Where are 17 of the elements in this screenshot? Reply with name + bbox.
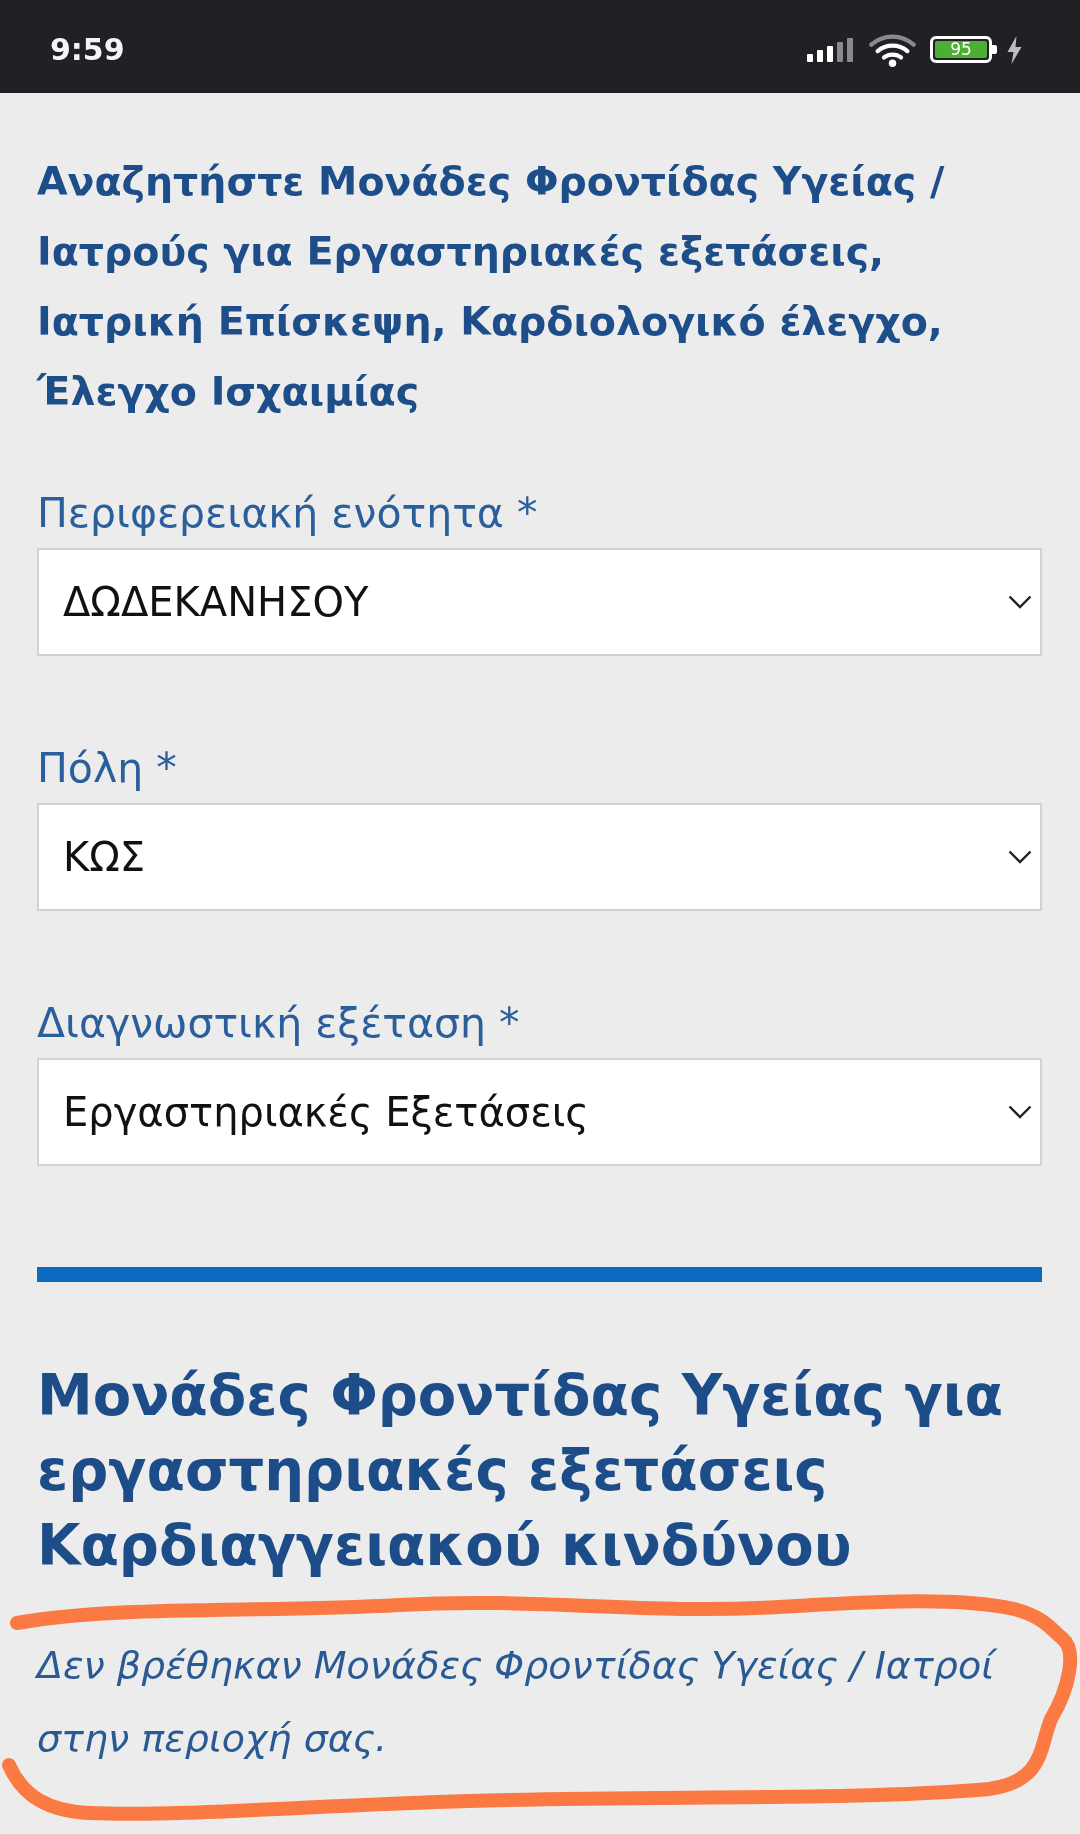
battery-indicator: 95 xyxy=(930,36,997,63)
dropdown-field[interactable]: Εργαστηριακές Εξετάσεις xyxy=(37,1058,1042,1166)
lightning-bolt-icon xyxy=(1006,35,1023,64)
dropdown-field[interactable]: ΚΩΣ xyxy=(37,803,1042,911)
chevron-down-icon xyxy=(1008,1105,1032,1119)
field-label: Περιφερειακή ενότητα * xyxy=(37,488,538,538)
field-label: Πόλη * xyxy=(37,743,177,793)
results-heading: Μονάδες Φροντίδας Υγείας για εργαστηριακές εξετάσεις Καρδιαγγειακού κινδύνου xyxy=(37,1362,1004,1580)
dropdown-field[interactable]: ΔΩΔΕΚΑΝΗΣΟΥ xyxy=(37,548,1042,656)
signal-icon xyxy=(807,37,854,62)
chevron-down-icon xyxy=(1008,850,1032,864)
search-heading: Αναζητήστε Μονάδες Φροντίδας Υγείας / Ιατρούς για Εργαστηριακές εξετάσεις, Ιατρική Επίσκεψη, Καρδιολογικό έλεγχο, Έλεγχο Ισχαιμίας xyxy=(37,157,946,416)
status-time: 9:59 xyxy=(50,32,125,67)
no-results-message: Δεν βρέθηκαν Μονάδες Φροντίδας Υγείας / Ιατροί στην περιοχή σας. xyxy=(37,1629,997,1775)
chevron-down-icon xyxy=(1008,595,1032,609)
field-label: Διαγνωστική εξέταση * xyxy=(37,998,520,1048)
wifi-icon xyxy=(868,32,917,67)
